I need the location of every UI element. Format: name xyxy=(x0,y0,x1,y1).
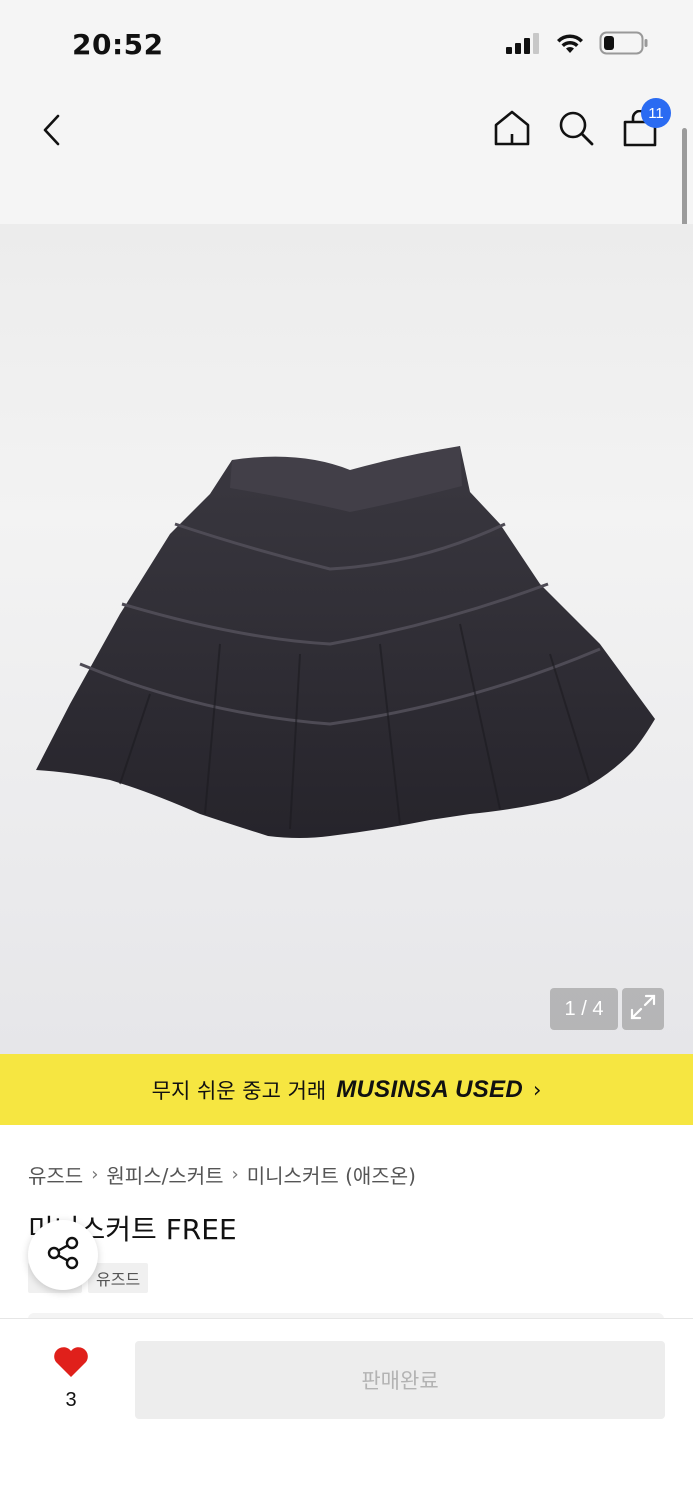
musinsa-used-banner[interactable]: 무지 쉬운 중고 거래 MUSINSA USED › xyxy=(0,1054,693,1125)
wifi-icon xyxy=(555,31,585,59)
signal-icon xyxy=(505,31,541,59)
promo-brand: MUSINSA USED xyxy=(336,1075,523,1103)
sold-out-button[interactable]: 판매완료 xyxy=(135,1341,665,1419)
product-image-gallery[interactable]: 1 / 4 xyxy=(0,224,693,1054)
like-button[interactable]: 3 xyxy=(44,1345,98,1412)
search-button[interactable] xyxy=(554,108,598,152)
heart-icon xyxy=(52,1345,90,1383)
product-image xyxy=(36,446,655,838)
cart-button[interactable]: 11 xyxy=(619,98,671,152)
expand-icon xyxy=(629,993,657,1025)
breadcrumb: 유즈드 › 원피스/스커트 › 미니스커트 (애즈온) xyxy=(28,1160,416,1189)
expand-image-button[interactable] xyxy=(622,988,664,1030)
home-icon xyxy=(492,108,532,152)
breadcrumb-item[interactable]: 미니스커트 (애즈온) xyxy=(247,1160,416,1189)
promo-text: 무지 쉬운 중고 거래 xyxy=(151,1078,327,1103)
chevron-right-icon: › xyxy=(91,1164,99,1185)
breadcrumb-item[interactable]: 유즈드 xyxy=(28,1160,83,1189)
breadcrumb-item[interactable]: 원피스/스커트 xyxy=(106,1160,223,1189)
status-time: 20:52 xyxy=(72,28,164,61)
like-count: 3 xyxy=(65,1389,77,1411)
scrollbar[interactable] xyxy=(682,128,687,228)
back-arrow-icon xyxy=(40,113,64,151)
tag: 유즈드 xyxy=(88,1263,149,1293)
home-button[interactable] xyxy=(490,108,534,152)
cart-count-badge: 11 xyxy=(641,98,671,128)
bottom-action-bar: 3 판매완료 xyxy=(0,1318,693,1500)
share-icon xyxy=(45,1235,81,1275)
image-page-counter: 1 / 4 xyxy=(550,988,618,1030)
back-button[interactable] xyxy=(30,110,74,154)
nav-bar: 11 xyxy=(0,92,693,224)
chevron-right-icon: › xyxy=(231,1164,239,1185)
status-bar: 20:52 xyxy=(0,0,693,92)
status-icons xyxy=(505,30,649,60)
share-button[interactable] xyxy=(28,1220,98,1290)
battery-icon xyxy=(599,30,649,60)
search-icon xyxy=(557,109,595,151)
chevron-right-icon: › xyxy=(532,1077,542,1102)
